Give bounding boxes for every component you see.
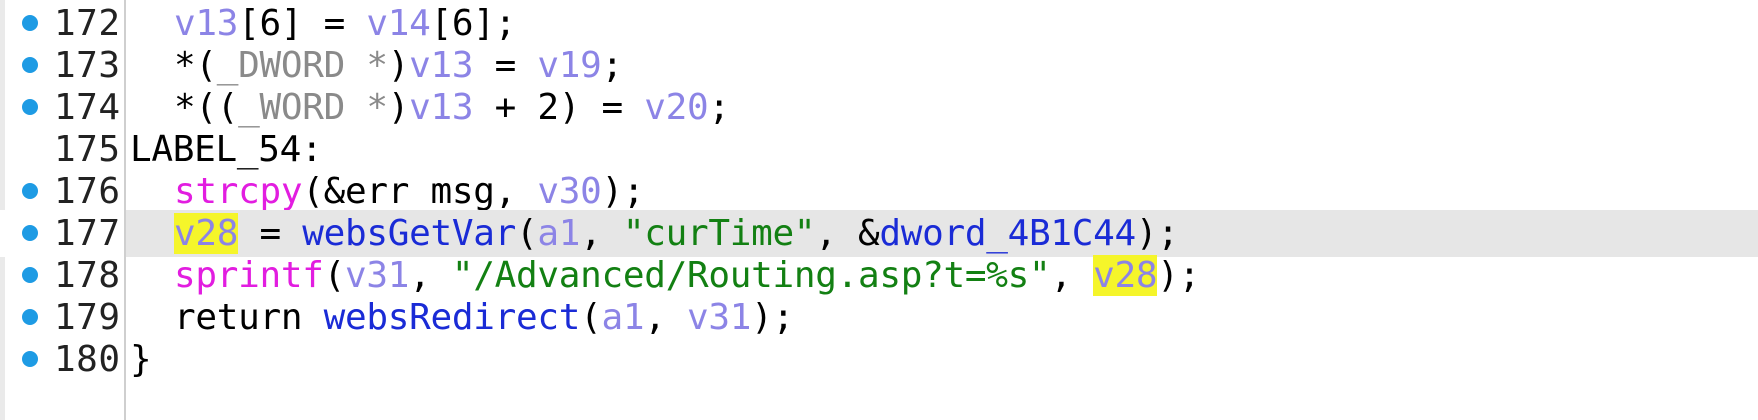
code-token: ); — [1157, 255, 1200, 296]
code-token: ); — [601, 171, 645, 212]
code-token: = — [473, 45, 538, 86]
code-text[interactable]: strcpy(&err_msg, v30); — [174, 170, 645, 213]
identifier-a1[interactable]: a1 — [602, 297, 645, 338]
code-token: ) — [387, 87, 410, 128]
code-token: ); — [751, 297, 794, 338]
code-token: ( — [516, 213, 538, 254]
code-token: *(( — [174, 87, 239, 128]
identifier-v20[interactable]: v20 — [644, 87, 708, 128]
pseudocode-viewer[interactable]: 172 v13[6] = v14[6]; 173 *(_DWORD *)v13 … — [0, 0, 1758, 420]
line-number: 174 — [54, 87, 121, 128]
gutter-divider — [124, 0, 126, 420]
function-strcpy[interactable]: strcpy — [174, 171, 303, 212]
code-token: (&err_msg, — [302, 171, 538, 212]
code-token: ); — [1135, 213, 1179, 254]
line-number: 180 — [54, 339, 121, 380]
keyword-return[interactable]: return — [174, 297, 324, 338]
line-marker-dot-icon[interactable] — [22, 225, 38, 241]
code-token: [6]; — [430, 3, 517, 44]
code-token: ) — [387, 45, 410, 86]
code-text[interactable]: LABEL_54: — [130, 128, 323, 171]
line-number: 172 — [54, 3, 121, 44]
code-line-176[interactable]: 176 strcpy(&err_msg, v30); — [0, 168, 1758, 215]
global-dword-4B1C44[interactable]: dword_4B1C44 — [879, 213, 1136, 254]
identifier-v31[interactable]: v31 — [687, 297, 751, 338]
line-number: 179 — [54, 297, 121, 338]
code-line-178[interactable]: 178 sprintf(v31, "/Advanced/Routing.asp?… — [0, 252, 1758, 299]
line-marker-dot-icon[interactable] — [22, 15, 38, 31]
identifier-v30[interactable]: v30 — [537, 171, 601, 212]
identifier-v13[interactable]: v13 — [409, 87, 473, 128]
closing-brace: } — [130, 339, 152, 380]
identifier-a1[interactable]: a1 — [537, 213, 580, 254]
code-line-174[interactable]: 174 *((_WORD *)v13 + 2) = v20; — [0, 84, 1758, 131]
string-literal[interactable]: "/Advanced/Routing.asp?t=%s" — [452, 255, 1051, 296]
code-text[interactable]: sprintf(v31, "/Advanced/Routing.asp?t=%s… — [174, 254, 1200, 297]
function-websRedirect[interactable]: websRedirect — [324, 297, 581, 338]
line-marker-dot-icon[interactable] — [22, 183, 38, 199]
line-number: 176 — [54, 171, 121, 212]
identifier-v13[interactable]: v13 — [174, 3, 238, 44]
code-token: , — [644, 297, 687, 338]
code-token: + 2) = — [473, 87, 645, 128]
code-text[interactable]: *((_WORD *)v13 + 2) = v20; — [174, 86, 730, 129]
identifier-v28-highlighted[interactable]: v28 — [174, 213, 238, 254]
line-number: 175 — [54, 129, 121, 170]
code-line-179[interactable]: 179 return websRedirect(a1, v31); — [0, 294, 1758, 341]
line-number: 178 — [54, 255, 121, 296]
code-text[interactable]: v28 = websGetVar(a1, "curTime", &dword_4… — [174, 212, 1179, 255]
code-token: ( — [580, 297, 602, 338]
identifier-v31[interactable]: v31 — [345, 255, 409, 296]
type-word[interactable]: _WORD * — [238, 87, 388, 128]
code-text[interactable]: } — [130, 338, 152, 381]
string-literal[interactable]: "curTime" — [623, 213, 816, 254]
code-token: , — [1050, 255, 1094, 296]
code-line-173[interactable]: 173 *(_DWORD *)v13 = v19; — [0, 42, 1758, 89]
code-text[interactable]: return websRedirect(a1, v31); — [174, 296, 794, 339]
code-token: , & — [815, 213, 880, 254]
code-line-172[interactable]: 172 v13[6] = v14[6]; — [0, 0, 1758, 47]
line-number: 173 — [54, 45, 121, 86]
code-token: = — [238, 213, 303, 254]
code-line-177-active[interactable]: 177 v28 = websGetVar(a1, "curTime", &dwo… — [0, 210, 1758, 257]
line-marker-dot-icon[interactable] — [22, 57, 38, 73]
identifier-v14[interactable]: v14 — [366, 3, 430, 44]
code-token: ; — [601, 45, 624, 86]
line-marker-dot-icon[interactable] — [22, 309, 38, 325]
code-token: [6] = — [238, 3, 367, 44]
function-sprintf[interactable]: sprintf — [174, 255, 324, 296]
line-marker-dot-icon[interactable] — [22, 267, 38, 283]
line-marker-dot-icon[interactable] — [22, 99, 38, 115]
code-line-180[interactable]: 180 } — [0, 336, 1758, 383]
code-line-175[interactable]: 175 LABEL_54: — [0, 126, 1758, 173]
identifier-v28-highlighted[interactable]: v28 — [1093, 255, 1158, 296]
code-token: ( — [323, 255, 346, 296]
line-marker-dot-icon[interactable] — [22, 351, 38, 367]
code-text[interactable]: v13[6] = v14[6]; — [174, 2, 516, 45]
label-54[interactable]: LABEL_54: — [130, 129, 323, 170]
code-text[interactable]: *(_DWORD *)v13 = v19; — [174, 44, 623, 87]
code-token: , — [409, 255, 452, 296]
code-token: , — [580, 213, 623, 254]
line-number: 177 — [54, 213, 121, 254]
code-token: ; — [708, 87, 730, 128]
identifier-v19[interactable]: v19 — [537, 45, 601, 86]
function-websGetVar[interactable]: websGetVar — [302, 213, 516, 254]
code-token: *( — [174, 45, 217, 86]
identifier-v13[interactable]: v13 — [409, 45, 473, 86]
type-dword[interactable]: _DWORD * — [217, 45, 388, 86]
